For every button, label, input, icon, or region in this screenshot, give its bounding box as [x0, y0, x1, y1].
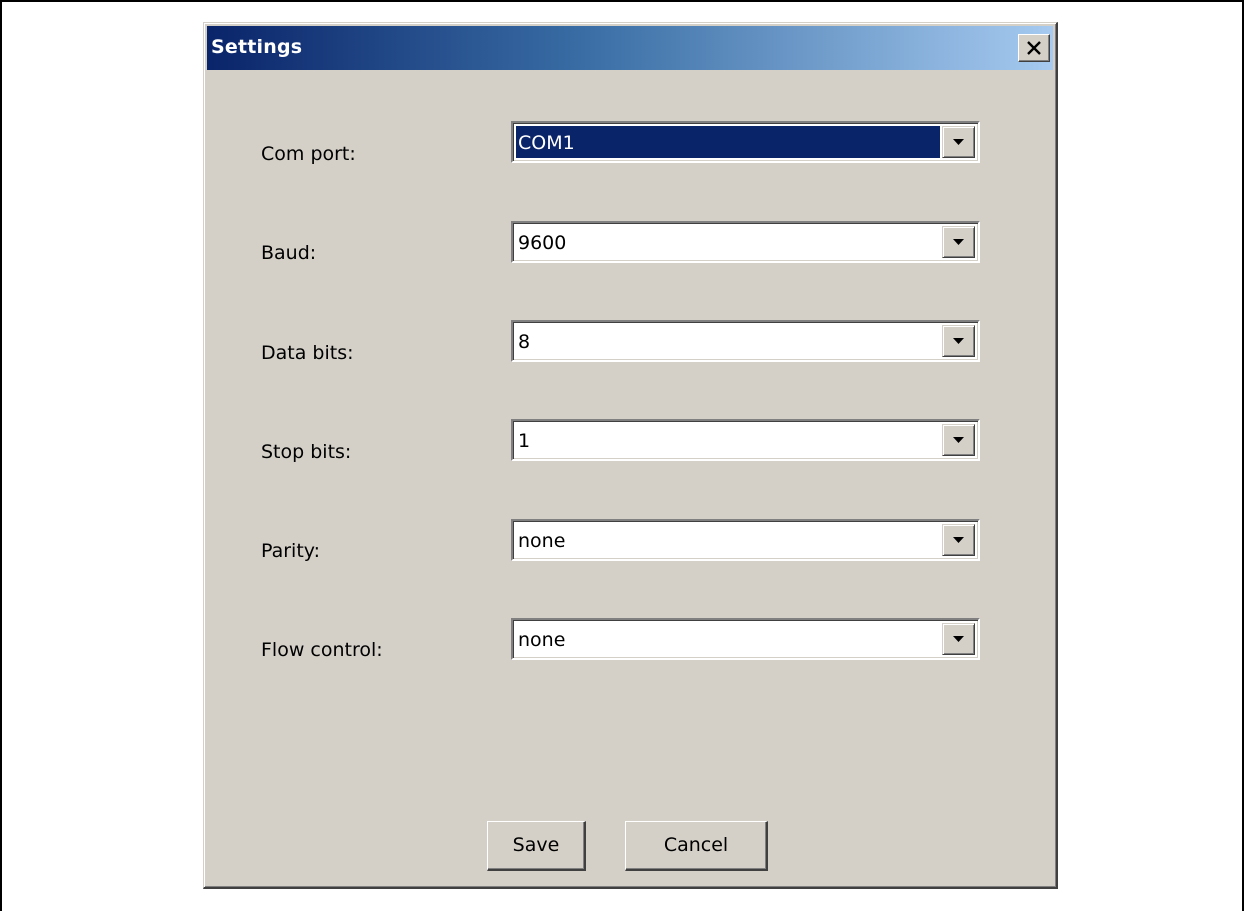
- com-port-label: Com port:: [261, 143, 356, 165]
- chevron-down-icon: [953, 636, 964, 642]
- parity-dropdown-button[interactable]: [942, 524, 975, 556]
- close-button[interactable]: [1018, 34, 1050, 62]
- title-bar[interactable]: Settings: [207, 26, 1053, 70]
- close-icon: [1027, 41, 1041, 55]
- flow-control-select[interactable]: none: [511, 618, 980, 660]
- parity-label: Parity:: [261, 540, 321, 562]
- data-bits-label: Data bits:: [261, 342, 354, 364]
- save-button[interactable]: Save: [487, 821, 586, 871]
- flow-control-value: none: [518, 629, 566, 651]
- chevron-down-icon: [953, 437, 964, 443]
- flow-control-dropdown-button[interactable]: [942, 623, 975, 655]
- data-bits-dropdown-button[interactable]: [942, 325, 975, 357]
- com-port-value: COM1: [516, 126, 940, 158]
- com-port-select[interactable]: COM1: [511, 121, 980, 163]
- stop-bits-label: Stop bits:: [261, 441, 352, 463]
- baud-dropdown-button[interactable]: [942, 226, 975, 258]
- settings-dialog: Settings Com port: COM1 Baud: 9600 Data …: [203, 22, 1058, 889]
- chevron-down-icon: [953, 139, 964, 145]
- data-bits-value: 8: [518, 331, 531, 353]
- cancel-button[interactable]: Cancel: [625, 821, 768, 871]
- flow-control-label: Flow control:: [261, 639, 383, 661]
- parity-select[interactable]: none: [511, 519, 980, 561]
- chevron-down-icon: [953, 239, 964, 245]
- stop-bits-value: 1: [518, 430, 531, 452]
- dialog-title: Settings: [211, 36, 303, 58]
- data-bits-select[interactable]: 8: [511, 320, 980, 362]
- parity-value: none: [518, 530, 566, 552]
- baud-label: Baud:: [261, 242, 317, 264]
- chevron-down-icon: [953, 338, 964, 344]
- stop-bits-dropdown-button[interactable]: [942, 424, 975, 456]
- stop-bits-select[interactable]: 1: [511, 419, 980, 461]
- com-port-dropdown-button[interactable]: [942, 126, 975, 158]
- chevron-down-icon: [953, 537, 964, 543]
- baud-select[interactable]: 9600: [511, 221, 980, 263]
- baud-value: 9600: [518, 232, 567, 254]
